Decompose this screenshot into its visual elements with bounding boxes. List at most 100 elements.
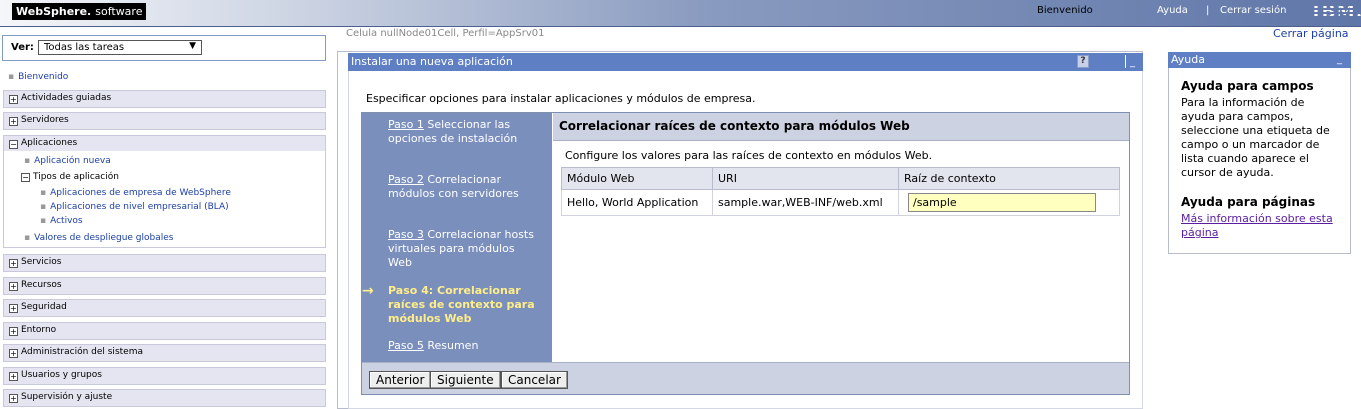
nav-category-label: Aplicaciones bbox=[21, 138, 78, 148]
step-text: Paso 4: Correlacionar raíces de contexto… bbox=[388, 284, 535, 325]
nav-category-label: Servidores bbox=[21, 115, 69, 125]
nav-business-level-apps[interactable]: ▪ Aplicaciones de nivel empresarial (BLA) bbox=[40, 202, 229, 212]
collapse-icon: − bbox=[21, 173, 30, 182]
nav-category-label: Supervisión y ajuste bbox=[21, 392, 113, 402]
collapse-icon: − bbox=[9, 140, 18, 149]
help-minimize-icon[interactable]: _ bbox=[1337, 54, 1342, 65]
nav-new-application-label: Aplicación nueva bbox=[34, 156, 111, 166]
cell-profile-info: Celula nullNode01Cell, Perfil=AppSrv01 bbox=[346, 28, 545, 39]
view-filter: Ver: Todas las tareas ▼ bbox=[2, 35, 326, 61]
nav-category-label: Seguridad bbox=[21, 302, 67, 312]
nav-category-environment[interactable]: + Entorno bbox=[3, 322, 326, 340]
nav-welcome-link[interactable]: ▪ Bienvenido bbox=[8, 72, 68, 82]
view-select-value: Todas las tareas bbox=[44, 42, 125, 53]
nav-new-application[interactable]: ▪ Aplicación nueva bbox=[24, 156, 111, 166]
expand-icon: + bbox=[9, 304, 18, 313]
nav-category-label: Entorno bbox=[21, 325, 57, 335]
bullet-icon: ▪ bbox=[8, 72, 15, 82]
nav-category-label: Actividades guiadas bbox=[21, 93, 112, 103]
step-link[interactable]: Paso 3 bbox=[388, 228, 424, 241]
page-help-title: Ayuda para páginas bbox=[1181, 195, 1316, 209]
nav-link-label: Aplicaciones de nivel empresarial (BLA) bbox=[50, 202, 229, 212]
nav-category-resources[interactable]: + Recursos bbox=[3, 277, 326, 295]
table-header-row: Módulo Web URI Raíz de contexto bbox=[561, 167, 1120, 190]
nav-welcome-label: Bienvenido bbox=[18, 72, 69, 82]
help-panel-title: Ayuda bbox=[1168, 52, 1351, 68]
expand-icon: + bbox=[9, 259, 18, 268]
header-separator: | bbox=[1206, 5, 1210, 16]
nav-category-label: Usuarios y grupos bbox=[21, 370, 102, 380]
step-link[interactable]: Paso 5 bbox=[388, 339, 424, 352]
table-row: Hello, World Application sample.war,WEB-… bbox=[561, 189, 1120, 216]
step-description: Configure los valores para las raíces de… bbox=[565, 149, 933, 162]
expand-icon: + bbox=[9, 95, 18, 104]
expand-icon: + bbox=[9, 327, 18, 336]
context-root-input[interactable] bbox=[908, 193, 1096, 212]
expand-icon: + bbox=[9, 349, 18, 358]
nav-category-users-groups[interactable]: + Usuarios y grupos bbox=[3, 367, 326, 385]
close-page-link[interactable]: Cerrar página bbox=[1273, 27, 1349, 40]
bullet-icon: ▪ bbox=[24, 233, 31, 243]
nav-link-label: Valores de despliegue globales bbox=[34, 233, 174, 243]
context-root-cell bbox=[898, 189, 1120, 216]
wizard-step-4-current: Paso 4: Correlacionar raíces de contexto… bbox=[388, 284, 538, 326]
bullet-icon: ▪ bbox=[24, 156, 31, 166]
step-link[interactable]: Paso 2 bbox=[388, 173, 424, 186]
previous-button[interactable]: Anterior bbox=[369, 371, 432, 389]
view-select[interactable]: Todas las tareas ▼ bbox=[38, 40, 202, 55]
help-link[interactable]: Ayuda bbox=[1157, 5, 1188, 16]
intro-text: Especificar opciones para instalar aplic… bbox=[366, 92, 756, 105]
expand-icon: + bbox=[9, 394, 18, 403]
help-question-icon[interactable]: ? bbox=[1077, 55, 1089, 68]
wizard-step-2[interactable]: Paso 2 Correlacionar módulos con servido… bbox=[388, 173, 538, 201]
brand-suffix: software bbox=[95, 5, 143, 18]
nav-category-label: Recursos bbox=[21, 280, 62, 290]
nav-category-system-admin[interactable]: + Administración del sistema bbox=[3, 344, 326, 362]
nav-application-types-label: Tipos de aplicación bbox=[33, 172, 119, 182]
page-help-link-container: Más información sobre esta página bbox=[1181, 212, 1341, 240]
logout-link[interactable]: Cerrar sesión bbox=[1220, 5, 1286, 16]
field-help-text: Para la información de ayuda para campos… bbox=[1181, 96, 1330, 179]
nav-category-guided[interactable]: + Actividades guiadas bbox=[3, 90, 326, 108]
field-help-title: Ayuda para campos bbox=[1181, 79, 1314, 93]
column-header: Módulo Web bbox=[561, 167, 713, 190]
brand-name: WebSphere. bbox=[16, 5, 92, 18]
page-help-link[interactable]: Más información sobre esta página bbox=[1181, 212, 1333, 239]
column-header: Raíz de contexto bbox=[898, 167, 1120, 190]
expand-icon: + bbox=[9, 372, 18, 381]
nav-category-monitoring[interactable]: + Supervisión y ajuste bbox=[3, 389, 326, 407]
nav-category-security[interactable]: + Seguridad bbox=[3, 299, 326, 317]
dropdown-arrow-icon: ▼ bbox=[189, 41, 196, 51]
nav-global-deploy-settings[interactable]: ▪ Valores de despliegue globales bbox=[24, 233, 173, 243]
websphere-logo: WebSphere. software bbox=[12, 3, 147, 20]
wizard-step-3[interactable]: Paso 3 Correlacionar hosts virtuales par… bbox=[388, 228, 538, 270]
nav-category-servers[interactable]: + Servidores bbox=[3, 112, 326, 130]
nav-category-label: Administración del sistema bbox=[21, 347, 143, 357]
wizard-step-1[interactable]: Paso 1 Seleccionar las opciones de insta… bbox=[388, 118, 538, 146]
view-label: Ver: bbox=[11, 42, 34, 53]
wizard-step-5[interactable]: Paso 5 Resumen bbox=[388, 339, 538, 353]
nav-link-label: Activos bbox=[50, 216, 83, 226]
expand-icon: + bbox=[9, 282, 18, 291]
nav-websphere-enterprise-apps[interactable]: ▪ Aplicaciones de empresa de WebSphere bbox=[40, 188, 231, 198]
top-banner: WebSphere. software Bienvenido Ayuda | Ce… bbox=[0, 0, 1361, 27]
nav-application-types[interactable]: − Tipos de aplicación bbox=[21, 172, 119, 182]
welcome-text: Bienvenido bbox=[1037, 5, 1093, 16]
uri-cell: sample.war,WEB-INF/web.xml bbox=[712, 189, 899, 216]
column-header: URI bbox=[712, 167, 899, 190]
panel-title: Instalar una nueva aplicación bbox=[348, 53, 1143, 71]
expand-icon: + bbox=[9, 117, 18, 126]
step-header: Correlacionar raíces de contexto para mó… bbox=[553, 113, 1129, 141]
minimize-icon[interactable]: _ bbox=[1125, 55, 1139, 68]
bullet-icon: ▪ bbox=[40, 202, 47, 212]
nav-link-label: Aplicaciones de empresa de WebSphere bbox=[50, 188, 231, 198]
nav-assets[interactable]: ▪ Activos bbox=[40, 216, 83, 226]
current-step-arrow-icon: → bbox=[362, 283, 374, 299]
cancel-button[interactable]: Cancelar bbox=[501, 371, 568, 389]
step-text: Resumen bbox=[427, 339, 479, 352]
nav-category-services[interactable]: + Servicios bbox=[3, 254, 326, 272]
bullet-icon: ▪ bbox=[40, 188, 47, 198]
step-link[interactable]: Paso 1 bbox=[388, 118, 424, 131]
module-cell: Hello, World Application bbox=[561, 189, 713, 216]
next-button[interactable]: Siguiente bbox=[430, 371, 501, 389]
